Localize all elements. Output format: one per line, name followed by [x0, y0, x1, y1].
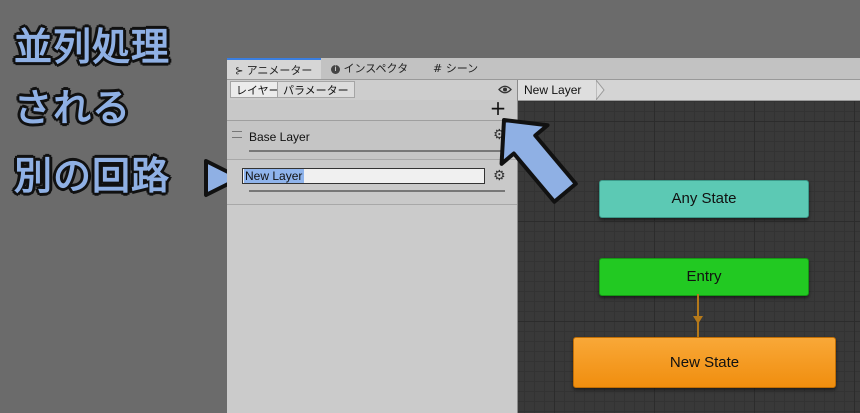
add-layer-row: +: [227, 98, 517, 121]
any-state-node[interactable]: Any State: [599, 180, 809, 218]
pointer-arrow-icon: [499, 118, 578, 204]
tab-animator[interactable]: ⊱ アニメーター: [227, 58, 321, 79]
breadcrumb-item[interactable]: New Layer: [518, 80, 596, 100]
breadcrumb-label: New Layer: [524, 83, 582, 97]
breadcrumb-chevron-icon: [596, 80, 605, 100]
window-tab-bar: ⊱ アニメーター i インスペクター # シーン: [227, 58, 860, 96]
tab-scene[interactable]: # シーン: [425, 58, 495, 79]
layer-row-base[interactable]: Base Layer ⚙: [227, 121, 517, 160]
new-state-node[interactable]: New State: [573, 337, 836, 388]
layer-name-selected-text: New Layer: [244, 169, 305, 183]
transition-arrow[interactable]: [690, 294, 706, 339]
breadcrumb: New Layer: [518, 80, 860, 101]
eye-icon[interactable]: [498, 84, 512, 95]
subtab-parameters[interactable]: パラメーター: [277, 81, 355, 98]
drag-handle-icon[interactable]: [232, 131, 242, 138]
tab-scene-label: シーン: [445, 62, 479, 75]
info-icon: i: [331, 64, 340, 74]
layer-row-new[interactable]: New Layer ⚙: [227, 160, 517, 205]
animator-icon: ⊱: [235, 66, 247, 77]
node-label: Any State: [671, 190, 737, 207]
entry-node[interactable]: Entry: [599, 258, 809, 296]
layer-weight-slider[interactable]: [249, 190, 505, 192]
grid-icon: #: [433, 62, 443, 75]
annotation-line-1: 並列処理: [14, 25, 171, 69]
tab-inspector[interactable]: i インスペクター: [323, 58, 423, 96]
annotation-line-2: される: [14, 86, 132, 130]
annotation-line-3: 別の回路: [14, 154, 171, 198]
node-label: Entry: [686, 268, 722, 285]
layer-weight-slider[interactable]: [249, 150, 505, 152]
tab-animator-label: アニメーター: [246, 64, 313, 77]
panel-subtabs: レイヤー パラメーター: [227, 80, 517, 101]
layer-name-input[interactable]: New Layer: [242, 168, 485, 184]
node-label: New State: [669, 354, 740, 371]
layer-name-label: Base Layer: [249, 130, 310, 144]
